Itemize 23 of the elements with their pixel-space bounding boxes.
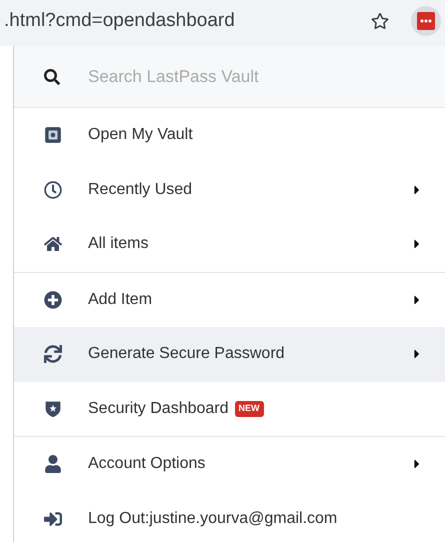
sign-in-arrow-icon xyxy=(44,510,62,528)
menu-label: Recently Used xyxy=(88,180,192,200)
refresh-icon xyxy=(44,345,62,364)
menu-label: Account Options xyxy=(88,454,206,474)
menu-label: All items xyxy=(88,234,148,254)
new-badge: NEW xyxy=(234,401,264,416)
dots-icon xyxy=(417,12,435,30)
search-field[interactable]: Search LastPass Vault xyxy=(14,46,445,107)
search-icon xyxy=(44,69,60,85)
menu-label: Security Dashboard xyxy=(88,398,229,419)
clock-icon xyxy=(44,180,62,199)
menu-label: Generate Secure Password xyxy=(88,344,285,364)
menu-item[interactable]: Generate Secure Password xyxy=(14,327,445,382)
extension-button[interactable] xyxy=(411,6,441,36)
menu-label: Log Out:justine.yourva@gmail.com xyxy=(88,508,338,529)
shield-star-icon xyxy=(44,400,62,418)
user-icon xyxy=(44,455,62,474)
bookmark-star-icon[interactable] xyxy=(371,12,389,30)
vault-icon xyxy=(44,126,62,144)
menu-label: Add Item xyxy=(88,290,152,310)
menu-label: Open My Vault xyxy=(88,125,193,146)
url-text: .html?cmd=opendashboard xyxy=(4,8,236,33)
home-icon xyxy=(44,235,62,254)
